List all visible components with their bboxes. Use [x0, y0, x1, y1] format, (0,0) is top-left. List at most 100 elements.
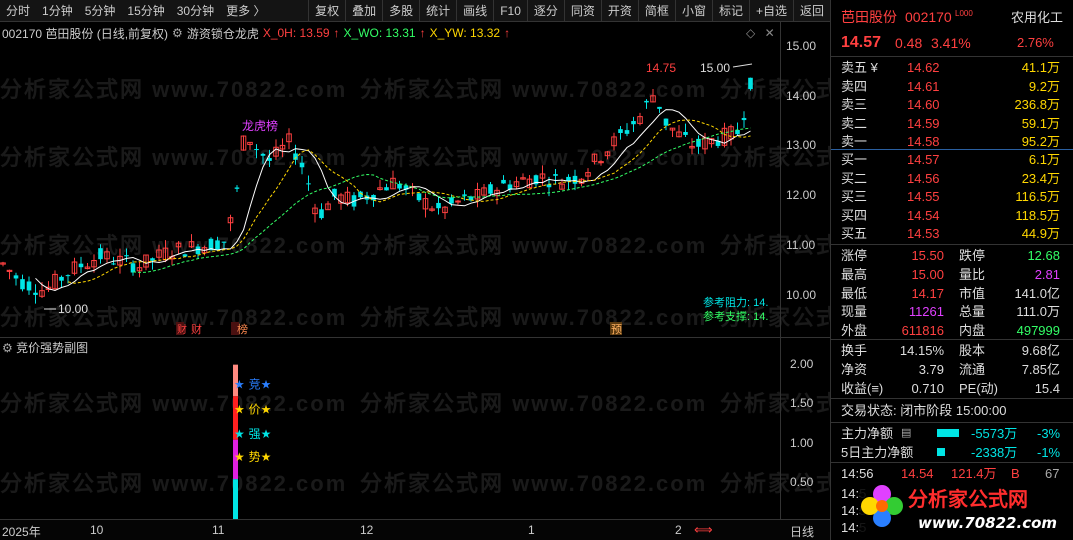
auction-strength-label: ★ 价★: [234, 403, 271, 417]
period-tab[interactable]: 更多 〉: [220, 0, 271, 22]
tool-button[interactable]: 简框: [637, 0, 675, 22]
period-toolbar: 分时 1分钟 5分钟 15分钟 30分钟 更多 〉 复权 叠加 多股 统计 画线 F10 逐分 同资 开资…: [0, 0, 830, 22]
period-tab[interactable]: 5分钟: [79, 0, 122, 22]
finance-row: 换手 14.15% 股本 9.68亿: [841, 343, 1060, 358]
ma-line-green: [132, 127, 751, 273]
tool-button[interactable]: 返回: [792, 0, 830, 22]
ask-row[interactable]: 卖五 ¥14.62 41.1万: [831, 58, 1073, 77]
period-tab[interactable]: 15分钟: [121, 0, 170, 22]
candle-body: [741, 117, 747, 121]
tool-button[interactable]: F10: [493, 0, 527, 22]
tool-button[interactable]: 逐分: [526, 0, 564, 22]
ask-row[interactable]: 卖四 14.61 9.2万: [831, 77, 1073, 96]
candle-body: [111, 263, 116, 265]
event-badge-list: 榜: [237, 322, 248, 336]
auction-strength-label: ★ 强★: [234, 427, 271, 441]
stat-row: 最高 15.00 量比 2.81: [841, 266, 1060, 282]
candle-body: [657, 106, 662, 109]
tool-button[interactable]: 复权: [308, 0, 345, 22]
price-change-pct: 3.41%: [931, 35, 971, 51]
candle-body: [663, 118, 669, 126]
bid-row[interactable]: 买二 14.56 23.4万: [831, 169, 1073, 188]
sub-tick-label: 1.50: [790, 396, 814, 411]
candle-body: [260, 153, 266, 156]
main-net-bar: [937, 429, 959, 437]
five-net-label: 5日主力净额: [841, 445, 914, 460]
candle-body: [195, 246, 201, 255]
date-tick-label: 2025年: [2, 525, 41, 539]
candle-body: [748, 77, 753, 90]
trade-status-text: 交易状态: 闭市阶段 15:00:00: [841, 403, 1007, 418]
auction-strength-bar: [233, 479, 238, 519]
candle-body: [98, 248, 103, 260]
industry-name[interactable]: 农用化工: [1011, 8, 1063, 27]
indicator-name[interactable]: 游资锁仓龙虎: [187, 25, 259, 42]
tool-button[interactable]: 标记: [711, 0, 749, 22]
tool-button[interactable]: 叠加: [345, 0, 382, 22]
auction-strength-label: ★ 势★: [234, 450, 271, 464]
stat-row: 现量 11261 总量 111.0万: [841, 304, 1060, 320]
bid-row[interactable]: 买三 14.55 116.5万: [831, 187, 1073, 206]
auction-strength-label: ★ 竞★: [234, 377, 271, 391]
period-tab[interactable]: 30分钟: [171, 0, 220, 22]
bid-row[interactable]: 买一 14.57 6.1万: [831, 150, 1073, 169]
main-net-pct: -3%: [1037, 426, 1061, 441]
five-net-pct: -1%: [1037, 445, 1061, 460]
ma-line-yellow: [67, 119, 751, 284]
candle-body: [130, 263, 136, 273]
ask-row[interactable]: 卖三 14.60 236.8万: [831, 95, 1073, 114]
stat-row: 最低 14.17 市值 141.0亿: [841, 285, 1060, 301]
period-tab[interactable]: 分时: [0, 0, 36, 22]
tool-button[interactable]: +自选: [748, 0, 793, 22]
candle-body: [553, 174, 558, 176]
tool-button[interactable]: 多股: [382, 0, 419, 22]
candle-body: [624, 130, 630, 134]
list-icon[interactable]: ▤: [901, 424, 911, 443]
stock-name: 芭田股份: [841, 9, 897, 25]
arrow-up-icon: ↑: [419, 26, 426, 40]
event-badge-finance-text: 财: [191, 322, 202, 336]
quote-panel: 芭田股份 002170 L000 农用化工 14.57 0.48 3.41% 2…: [830, 0, 1073, 540]
site-logo: 分析家公式网 www.70822.com: [860, 480, 1070, 538]
main-net-value: -5573万: [971, 426, 1018, 441]
period-label[interactable]: 日线: [790, 523, 814, 540]
ask-row[interactable]: 卖二 14.59 59.1万: [831, 114, 1073, 133]
sub-tick-label: 2.00: [790, 356, 814, 371]
settings-icon[interactable]: ⚙: [2, 341, 13, 355]
candle-body: [293, 153, 298, 160]
kline-chart[interactable]: 14.75 15.00 10.00 龙虎榜参考阻力: 14.参考支撑: 14. 财财 榜 预: [0, 22, 830, 337]
date-tick-label: 1: [528, 523, 535, 537]
candle-body: [332, 188, 337, 197]
diamond-icon[interactable]: ◇: [746, 26, 755, 40]
stat-row: 涨停 15.50 跌停 12.68: [841, 248, 1060, 263]
candle-body: [59, 276, 64, 281]
tool-button[interactable]: 画线: [456, 0, 493, 22]
tool-button[interactable]: 小窗: [674, 0, 712, 22]
last-price: 14.57: [841, 34, 882, 51]
event-badge-forecast: 预: [611, 323, 622, 336]
period-tab[interactable]: 1分钟: [36, 0, 79, 22]
sub-indicator-name[interactable]: 竞价强势副图: [16, 341, 88, 355]
close-icon[interactable]: ✕: [765, 26, 775, 40]
candle-body: [234, 187, 240, 189]
auction-strength-chart[interactable]: ★ 竞★ ★ 价★ ★ 强★ ★ 势★: [0, 337, 830, 519]
drag-arrows-icon[interactable]: ⟺: [694, 522, 713, 538]
tool-button[interactable]: 统计: [419, 0, 456, 22]
main-net-label: 主力净额: [841, 426, 894, 441]
price-row: 14.57 0.48 3.41% 2.76%: [831, 32, 1073, 54]
sub-chart-title: ⚙ 竞价强势副图: [2, 339, 88, 356]
high-pointer-line: [732, 63, 753, 68]
price-tick-label: 15.00: [786, 38, 817, 53]
industry-change-pct: 2.76%: [1017, 35, 1054, 50]
candle-body: [215, 240, 220, 250]
stock-header: 芭田股份 002170 L000 农用化工: [831, 8, 1073, 27]
bid-row[interactable]: 买五 14.53 44.9万: [831, 224, 1073, 243]
tool-button[interactable]: 同资: [563, 0, 601, 22]
candle-body: [306, 183, 311, 185]
settings-icon[interactable]: ⚙: [172, 26, 183, 40]
date-tick-label: 2: [675, 523, 682, 537]
bid-row[interactable]: 买四 14.54 118.5万: [831, 206, 1073, 225]
tool-button[interactable]: 开资: [600, 0, 638, 22]
logo-url: www.70822.com: [918, 514, 1057, 532]
resistance-label: 参考阻力: 14.: [703, 295, 768, 309]
